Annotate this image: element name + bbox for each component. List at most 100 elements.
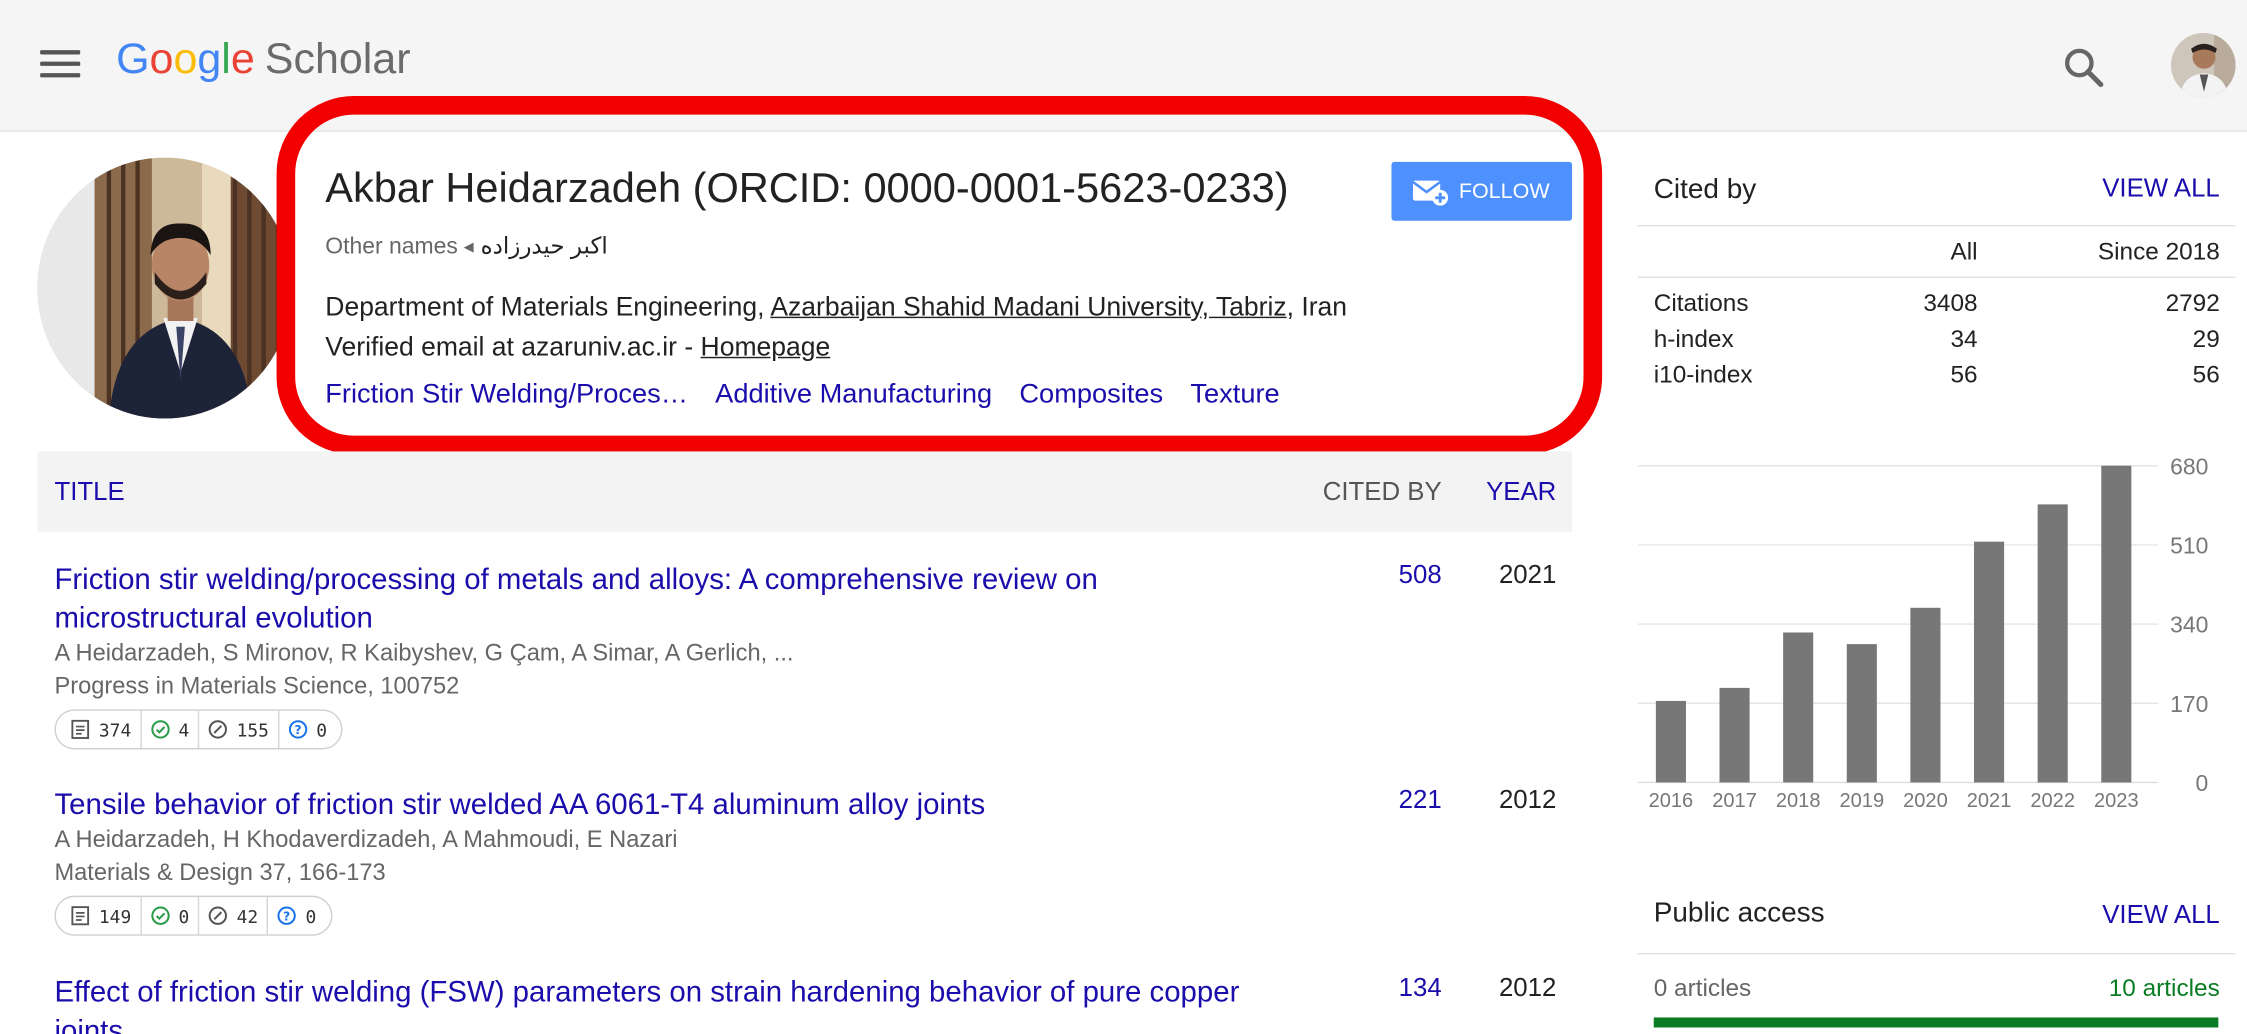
other-names-label: Other names <box>325 235 458 260</box>
check-circle-icon <box>150 906 170 925</box>
badge-value: 155 <box>236 718 269 741</box>
stat-label[interactable]: Citations <box>1654 289 1749 318</box>
search-icon[interactable] <box>2059 43 2108 92</box>
article-row: Effect of friction stir welding (FSW) pa… <box>54 973 1573 1034</box>
article-title[interactable]: Friction stir welding/processing of meta… <box>54 560 1258 637</box>
logo-letter: G <box>116 35 150 84</box>
article-row: Friction stir welding/processing of meta… <box>54 560 1573 750</box>
x-tick-label: 2022 <box>2030 790 2075 812</box>
y-tick-label: 0 <box>2196 770 2209 796</box>
x-tick-label: 2017 <box>1712 790 1757 812</box>
article-year: 2021 <box>1498 560 1557 589</box>
logo-letter: g <box>197 35 222 84</box>
slash-circle-icon <box>208 720 228 739</box>
y-tick-label: 340 <box>2170 612 2208 638</box>
article-row: Tensile behavior of friction stir welded… <box>54 785 1573 936</box>
x-tick-label: 2018 <box>1776 790 1821 812</box>
chart-bar[interactable] <box>1783 632 1814 783</box>
interest-link[interactable]: Composites <box>1019 380 1163 410</box>
x-tick-label: 2023 <box>2094 790 2139 812</box>
supporting-badge[interactable]: 4 <box>141 710 200 749</box>
article-metrics-badges: 149 0 42 ? 0 <box>54 895 333 936</box>
other-names[interactable]: Other names ◀ اکبر حیدرزاده <box>325 232 607 261</box>
badge-value: 0 <box>316 718 328 741</box>
follow-mail-icon <box>1412 179 1449 205</box>
chart-bar[interactable] <box>1655 700 1686 783</box>
articles-table-header: TITLE CITED BY YEAR <box>37 451 1573 532</box>
cited-by-view-all[interactable]: VIEW ALL <box>2102 173 2220 203</box>
slash-circle-icon <box>208 906 228 925</box>
citations-bar-chart: 680 510 340 170 0 2016 2017 2018 2019 2020 2021 202… <box>1637 453 2209 812</box>
article-cited-count[interactable]: 134 <box>1399 973 1442 1003</box>
user-avatar[interactable] <box>2171 32 2236 98</box>
divider <box>1637 952 2236 955</box>
public-access-title: Public access <box>1653 897 1825 929</box>
interest-link[interactable]: Additive Manufacturing <box>715 380 992 410</box>
profile-name: Akbar Heidarzadeh (ORCID: 0000-0001-5623… <box>325 166 1289 213</box>
sort-by-title[interactable]: TITLE <box>54 477 124 507</box>
affiliation-link[interactable]: Azarbaijan Shahid Madani University, Tab… <box>770 291 1286 321</box>
check-circle-icon <box>150 720 170 739</box>
col-since-header: Since 2018 <box>2097 237 2220 266</box>
article-title[interactable]: Effect of friction stir welding (FSW) pa… <box>54 973 1258 1034</box>
question-circle-icon: ? <box>288 720 307 739</box>
x-tick-label: 2020 <box>1903 790 1948 812</box>
divider <box>1637 276 2236 279</box>
question-circle-icon: ? <box>277 906 297 925</box>
chart-bar[interactable] <box>1974 541 2005 783</box>
chart-bar[interactable] <box>1719 687 1750 783</box>
article-cited-count[interactable]: 508 <box>1399 560 1442 590</box>
follow-button[interactable]: FOLLOW <box>1391 161 1573 221</box>
x-tick-label: 2016 <box>1649 790 1694 812</box>
x-tick-label: 2019 <box>1840 790 1885 812</box>
article-year: 2012 <box>1498 785 1557 814</box>
logo-letter: l <box>221 35 231 84</box>
public-access-view-all[interactable]: VIEW ALL <box>2102 900 2220 930</box>
supporting-badge[interactable]: 0 <box>141 897 200 935</box>
divider <box>1637 224 2236 227</box>
hamburger-menu-icon[interactable] <box>40 50 81 79</box>
document-icon <box>71 906 90 926</box>
badge-value: 42 <box>236 904 259 927</box>
scholar-logo-text: Scholar <box>264 35 411 84</box>
sort-by-cited[interactable]: CITED BY <box>1323 477 1442 507</box>
docs-badge[interactable]: 149 <box>62 897 142 935</box>
chart-bar[interactable] <box>1910 607 1941 783</box>
stat-since: 56 <box>2192 361 2220 389</box>
homepage-link[interactable]: Homepage <box>701 331 831 361</box>
x-tick-label: 2021 <box>1967 790 2012 812</box>
article-cited-count[interactable]: 221 <box>1399 785 1442 815</box>
chart-bar[interactable] <box>2101 465 2132 783</box>
logo-letter: o <box>173 35 198 84</box>
chart-bar[interactable] <box>2037 504 2068 783</box>
y-tick-label: 510 <box>2170 533 2208 559</box>
stat-label[interactable]: i10-index <box>1654 361 1753 390</box>
stat-all: 34 <box>1950 325 1978 353</box>
other-name-value: اکبر حیدرزاده <box>480 235 608 260</box>
caret-left-icon: ◀ <box>463 239 474 255</box>
article-journal: Progress in Materials Science, 100752 <box>54 673 460 700</box>
article-title[interactable]: Tensile behavior of friction stir welded… <box>54 785 1258 824</box>
document-icon <box>71 719 90 739</box>
stat-since: 29 <box>2192 325 2220 353</box>
article-metrics-badges: 374 4 155 ? 0 <box>54 709 343 750</box>
mentioning-badge[interactable]: 155 <box>199 710 279 749</box>
public-access-progress-bar <box>1653 1017 2219 1028</box>
contrasting-badge[interactable]: ? 0 <box>279 711 336 748</box>
interest-link[interactable]: Texture <box>1190 380 1279 410</box>
profile-photo <box>37 157 293 419</box>
mentioning-badge[interactable]: 42 <box>199 897 269 935</box>
verified-text: Verified email at azaruniv.ac.ir - <box>325 331 701 362</box>
sort-by-year[interactable]: YEAR <box>1486 477 1556 507</box>
contrasting-badge[interactable]: ? 0 <box>268 897 325 934</box>
badge-value: 4 <box>178 718 190 741</box>
badge-value: 0 <box>178 904 190 927</box>
affiliation-suffix: , Iran <box>1286 290 1348 322</box>
cited-by-title: Cited by <box>1653 173 1757 205</box>
interest-link[interactable]: Friction Stir Welding/Proces… <box>325 380 688 410</box>
research-interests: Friction Stir Welding/Proces… Additive Ma… <box>325 380 1307 412</box>
stat-label[interactable]: h-index <box>1654 325 1734 354</box>
docs-badge[interactable]: 374 <box>62 710 142 749</box>
chart-bar[interactable] <box>1846 644 1877 783</box>
google-scholar-logo[interactable]: Google Scholar <box>116 34 410 86</box>
